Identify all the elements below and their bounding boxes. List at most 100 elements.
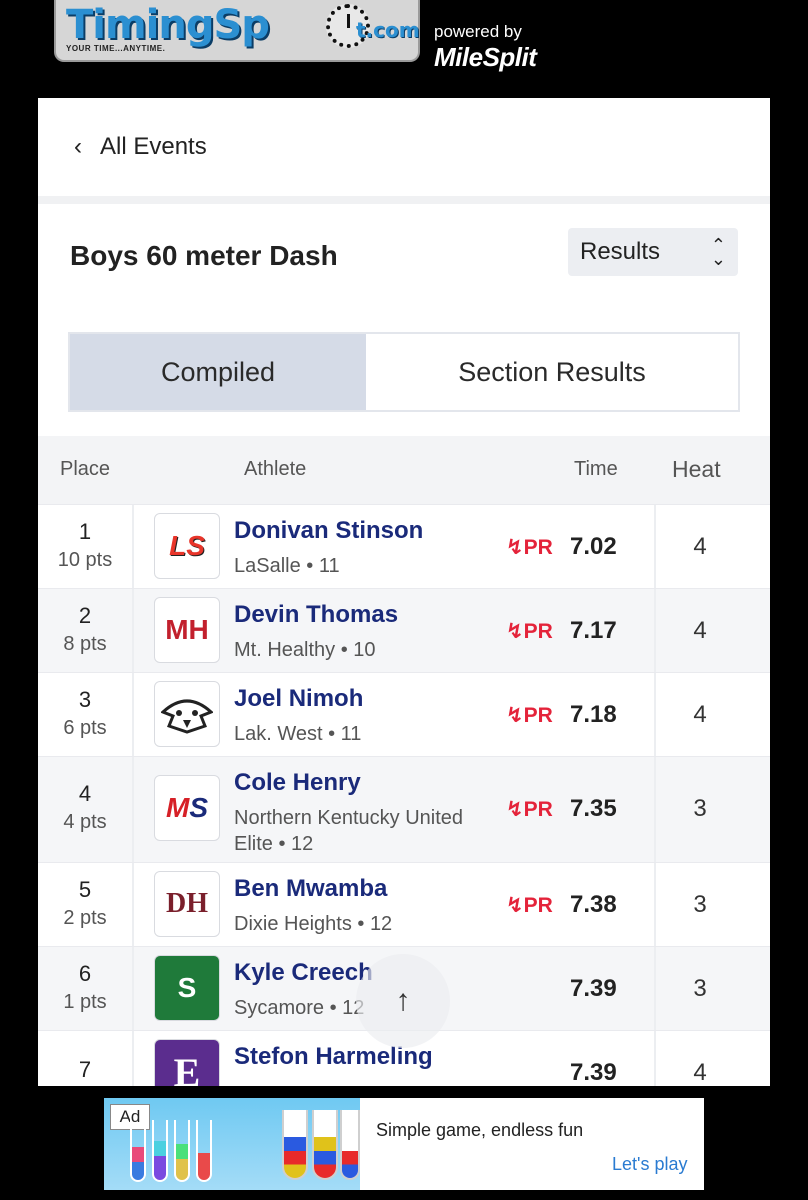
result-time: 7.18 [570, 701, 617, 728]
team-logo: MS [154, 775, 220, 841]
place-number: 4 [78, 781, 92, 806]
heat-number: 3 [654, 757, 744, 862]
table-row[interactable]: 3 6 pts Joel Nimoh Lak. West • 11 ↯PR 7.… [38, 672, 770, 756]
result-time: 7.39 [570, 975, 617, 1002]
logo-main-text: TimingSp [66, 2, 270, 48]
points: 2 pts [63, 907, 107, 929]
timingspot-logo[interactable]: TimingSp t.com YOUR TIME...ANYTIME. [54, 0, 420, 62]
place-number: 1 [78, 519, 92, 544]
results-tabs: Compiled Section Results [68, 332, 740, 412]
header-time[interactable]: Time [574, 458, 618, 481]
table-row[interactable]: 5 2 pts DH Ben Mwamba Dixie Heights • 12… [38, 862, 770, 946]
athlete-team: Dixie Heights • 12 [234, 913, 393, 935]
heat-number: 4 [654, 673, 744, 756]
athlete-name[interactable]: Kyle Creech [234, 959, 373, 987]
athlete-name[interactable]: Ben Mwamba [234, 875, 387, 903]
header-athlete[interactable]: Athlete [244, 458, 306, 481]
table-row[interactable]: 2 8 pts MH Devin Thomas Mt. Healthy • 10… [38, 588, 770, 672]
back-link-label: All Events [100, 133, 207, 160]
points: 10 pts [57, 549, 113, 571]
place-number: 5 [78, 877, 92, 902]
lightning-icon: ↯ [506, 704, 524, 727]
tab-compiled[interactable]: Compiled [70, 334, 366, 410]
heat-number: 3 [654, 863, 744, 946]
result-time: 7.17 [570, 617, 617, 644]
team-logo: DH [154, 871, 220, 937]
team-logo: LS [154, 513, 220, 579]
tube-icon [282, 1110, 308, 1180]
back-link[interactable]: ‹ All Events [38, 98, 770, 196]
pr-label: PR [523, 704, 553, 727]
pr-badge: ↯PR [506, 797, 553, 822]
pr-label: PR [523, 536, 553, 559]
place-number: 2 [78, 603, 92, 628]
ad-banner[interactable]: Ad Simple game, endless fun Let's play [104, 1098, 704, 1190]
athlete-team: Mt. Healthy • 10 [234, 639, 376, 661]
place-number: 7 [78, 1057, 92, 1082]
table-row[interactable]: 1 10 pts LS Donivan Stinson LaSalle • 11… [38, 504, 770, 588]
lightning-icon: ↯ [506, 798, 524, 821]
pr-label: PR [523, 798, 553, 821]
lightning-icon: ↯ [506, 536, 524, 559]
place-cell: 2 8 pts [38, 589, 134, 672]
place-cell: 1 10 pts [38, 505, 134, 588]
site-header: TimingSp t.com YOUR TIME...ANYTIME. powe… [0, 0, 808, 98]
scroll-to-top-button[interactable]: ↑ [356, 954, 450, 1048]
athlete-team: LaSalle • 11 [234, 555, 340, 577]
results-panel: ‹ All Events Boys 60 meter Dash Results … [38, 98, 770, 1086]
tube-icon [312, 1110, 338, 1180]
points: 8 pts [63, 633, 107, 655]
place-cell: 4 4 pts [38, 757, 134, 862]
lightning-icon: ↯ [506, 620, 524, 643]
team-logo: S [154, 955, 220, 1021]
pr-badge: ↯PR [506, 535, 553, 560]
heat-number: 3 [654, 947, 744, 1030]
header-heat[interactable]: Heat [672, 456, 721, 483]
arrow-up-icon: ↑ [395, 984, 411, 1017]
points: 6 pts [63, 717, 107, 739]
pr-label: PR [523, 620, 553, 643]
updown-chevron-icon: ⌃ ⌄ [710, 235, 726, 269]
chevron-left-icon: ‹ [74, 133, 82, 160]
athlete-name[interactable]: Donivan Stinson [234, 517, 423, 545]
lightning-icon: ↯ [506, 894, 524, 917]
tube-icon [152, 1120, 168, 1182]
result-time: 7.35 [570, 795, 617, 822]
place-cell: 5 2 pts [38, 863, 134, 946]
athlete-name[interactable]: Joel Nimoh [234, 685, 363, 713]
athlete-team: Northern Kentucky United Elite • 12 [234, 807, 464, 855]
milesplit-logo[interactable]: MileSplit [434, 42, 537, 73]
view-select-value: Results [580, 238, 661, 265]
eagle-logo-icon [154, 681, 220, 747]
heat-number: 4 [654, 589, 744, 672]
result-time: 7.39 [570, 1059, 617, 1086]
tube-icon [196, 1120, 212, 1182]
ad-headline: Simple game, endless fun [376, 1120, 584, 1140]
ad-cta-link[interactable]: Let's play [612, 1154, 687, 1175]
points: 1 pts [63, 991, 107, 1013]
heat-number: 4 [654, 1031, 744, 1086]
event-header: Boys 60 meter Dash Results ⌃ ⌄ [38, 204, 770, 308]
tab-section-results[interactable]: Section Results [366, 334, 738, 410]
result-time: 7.02 [570, 533, 617, 560]
tube-icon [174, 1120, 190, 1182]
athlete-name[interactable]: Devin Thomas [234, 601, 398, 629]
tube-icon [130, 1120, 146, 1182]
place-cell: 7 [38, 1031, 134, 1086]
pr-badge: ↯PR [506, 893, 553, 918]
pr-badge: ↯PR [506, 619, 553, 644]
pr-badge: ↯PR [506, 703, 553, 728]
header-place[interactable]: Place [60, 458, 110, 481]
divider [38, 196, 770, 204]
table-row[interactable]: 4 4 pts MS Cole Henry Northern Kentucky … [38, 756, 770, 862]
team-logo: MH [154, 597, 220, 663]
view-select[interactable]: Results ⌃ ⌄ [568, 228, 738, 276]
points: 4 pts [63, 811, 107, 833]
athlete-name[interactable]: Cole Henry [234, 769, 361, 797]
event-title: Boys 60 meter Dash [70, 240, 338, 271]
heat-number: 4 [654, 505, 744, 588]
team-logo: E [154, 1039, 220, 1086]
result-time: 7.38 [570, 891, 617, 918]
athlete-team: Lak. West • 11 [234, 723, 362, 745]
ad-image: Ad [104, 1098, 360, 1190]
